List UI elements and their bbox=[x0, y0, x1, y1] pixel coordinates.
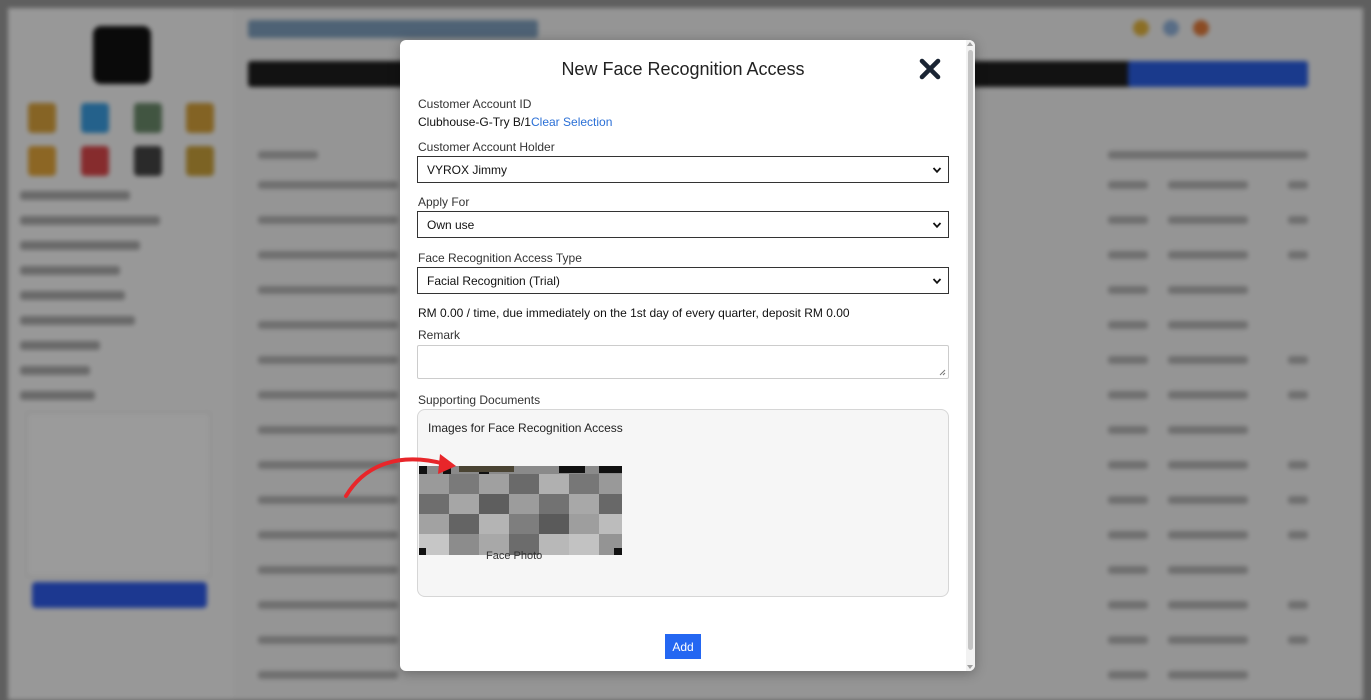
customer-account-id-value: Clubhouse-G-Try B/1 bbox=[418, 115, 531, 129]
account-holder-selected: VYROX Jimmy bbox=[427, 163, 508, 177]
new-face-recognition-modal: New Face Recognition Access Customer Acc… bbox=[400, 40, 975, 671]
red-arrow-annotation bbox=[344, 454, 456, 498]
supporting-documents-label: Supporting Documents bbox=[418, 393, 541, 407]
face-photo-caption: Face Photo bbox=[486, 550, 543, 562]
access-type-select[interactable]: Facial Recognition (Trial) bbox=[417, 267, 949, 294]
close-icon[interactable] bbox=[918, 57, 942, 81]
add-button[interactable]: Add bbox=[665, 634, 701, 659]
access-type-label: Face Recognition Access Type bbox=[418, 251, 582, 265]
images-box-title: Images for Face Recognition Access bbox=[428, 421, 623, 435]
apply-for-selected: Own use bbox=[427, 218, 475, 232]
modal-title: New Face Recognition Access bbox=[561, 59, 805, 79]
clear-selection-link[interactable]: Clear Selection bbox=[531, 115, 612, 129]
remark-label: Remark bbox=[418, 328, 461, 342]
supporting-documents-box: Images for Face Recognition Access Face … bbox=[417, 409, 949, 597]
account-holder-select[interactable]: VYROX Jimmy bbox=[417, 156, 949, 183]
account-holder-label: Customer Account Holder bbox=[418, 140, 555, 154]
customer-account-id-label: Customer Account ID bbox=[418, 97, 532, 111]
remark-textarea[interactable] bbox=[417, 345, 949, 379]
pricing-note: RM 0.00 / time, due immediately on the 1… bbox=[418, 306, 850, 320]
apply-for-label: Apply For bbox=[418, 195, 470, 209]
chevron-down-icon bbox=[932, 278, 942, 285]
scroll-down-icon[interactable] bbox=[967, 665, 973, 669]
resize-handle-icon[interactable] bbox=[938, 368, 946, 376]
apply-for-select[interactable]: Own use bbox=[417, 211, 949, 238]
access-type-selected: Facial Recognition (Trial) bbox=[427, 274, 560, 288]
chevron-down-icon bbox=[932, 222, 942, 229]
scroll-up-icon[interactable] bbox=[967, 42, 973, 46]
modal-scrollbar[interactable] bbox=[966, 40, 975, 671]
scrollbar-thumb[interactable] bbox=[968, 50, 973, 650]
chevron-down-icon bbox=[932, 167, 942, 174]
